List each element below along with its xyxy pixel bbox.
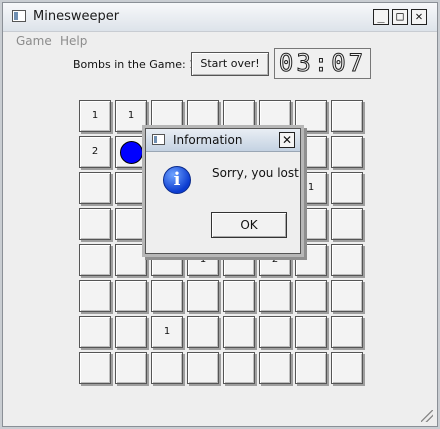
mine-cell[interactable] [223, 352, 255, 384]
mine-cell[interactable] [115, 352, 147, 384]
menu-help[interactable]: Help [60, 34, 87, 48]
info-icon: i [163, 166, 191, 194]
mine-cell[interactable] [79, 172, 111, 204]
maximize-button[interactable]: □ [392, 9, 408, 25]
mine-cell[interactable] [79, 208, 111, 240]
mine-cell[interactable]: 2 [79, 136, 111, 168]
cell-number: 1 [91, 110, 99, 121]
mine-cell[interactable] [331, 100, 363, 132]
minesweeper-window: Minesweeper _ □ ✕ Game Help Bombs in the… [2, 2, 438, 427]
mine-cell[interactable] [115, 136, 147, 168]
mine-cell[interactable] [115, 316, 147, 348]
mine-cell[interactable] [331, 172, 363, 204]
mine-cell[interactable] [223, 280, 255, 312]
dialog-close-button[interactable]: ✕ [279, 132, 295, 148]
mine-cell[interactable] [259, 316, 291, 348]
mine-cell[interactable]: 1 [115, 100, 147, 132]
mine-cell[interactable] [187, 352, 219, 384]
mine-cell[interactable] [79, 316, 111, 348]
mine-cell[interactable] [187, 280, 219, 312]
mine-cell[interactable] [115, 172, 147, 204]
start-over-button[interactable]: Start over! [191, 52, 269, 76]
info-dialog: Information ✕ i Sorry, you lost OK [145, 128, 301, 254]
app-icon [12, 10, 26, 22]
cell-number: 2 [91, 146, 99, 157]
mine-cell[interactable] [223, 316, 255, 348]
mine-cell[interactable] [331, 136, 363, 168]
ok-button[interactable]: OK [211, 212, 287, 238]
cell-number: 1 [163, 326, 171, 337]
menu-bar: Game Help [3, 32, 437, 52]
close-button[interactable]: ✕ [411, 9, 427, 25]
cell-number: 1 [307, 182, 315, 193]
dialog-app-icon [152, 134, 165, 145]
cell-number: 1 [199, 254, 207, 265]
mine-cell[interactable] [331, 244, 363, 276]
mine-cell[interactable] [115, 208, 147, 240]
mine-cell[interactable] [115, 280, 147, 312]
mine-cell[interactable] [295, 352, 327, 384]
cell-number: 2 [271, 254, 279, 265]
mine-cell[interactable] [295, 280, 327, 312]
dialog-title-bar[interactable]: Information ✕ [146, 129, 300, 152]
mine-cell[interactable] [331, 208, 363, 240]
mine-cell[interactable] [151, 280, 183, 312]
mine-cell[interactable] [115, 244, 147, 276]
dialog-message: Sorry, you lost [212, 166, 299, 180]
mine-cell[interactable] [259, 352, 291, 384]
mine-cell[interactable] [187, 316, 219, 348]
mine-cell[interactable] [79, 244, 111, 276]
timer-display: 03:07 [274, 48, 371, 79]
mine-cell[interactable] [331, 316, 363, 348]
mine-cell[interactable] [79, 280, 111, 312]
window-title: Minesweeper [33, 9, 120, 24]
mine-cell[interactable]: 1 [79, 100, 111, 132]
mine-cell[interactable] [79, 352, 111, 384]
cell-number: 1 [127, 110, 135, 121]
bomb-icon [120, 141, 143, 164]
mine-cell[interactable] [151, 352, 183, 384]
mine-cell[interactable] [295, 316, 327, 348]
dialog-title: Information [173, 133, 243, 147]
mine-cell[interactable] [259, 280, 291, 312]
title-bar[interactable]: Minesweeper _ □ ✕ [3, 3, 437, 32]
bombs-count-label: Bombs in the Game: 10 [73, 58, 204, 71]
mine-cell[interactable]: 1 [151, 316, 183, 348]
minimize-button[interactable]: _ [373, 9, 389, 25]
mine-cell[interactable] [331, 352, 363, 384]
resize-grip[interactable] [421, 410, 433, 422]
mine-cell[interactable] [331, 280, 363, 312]
menu-game[interactable]: Game [16, 34, 52, 48]
